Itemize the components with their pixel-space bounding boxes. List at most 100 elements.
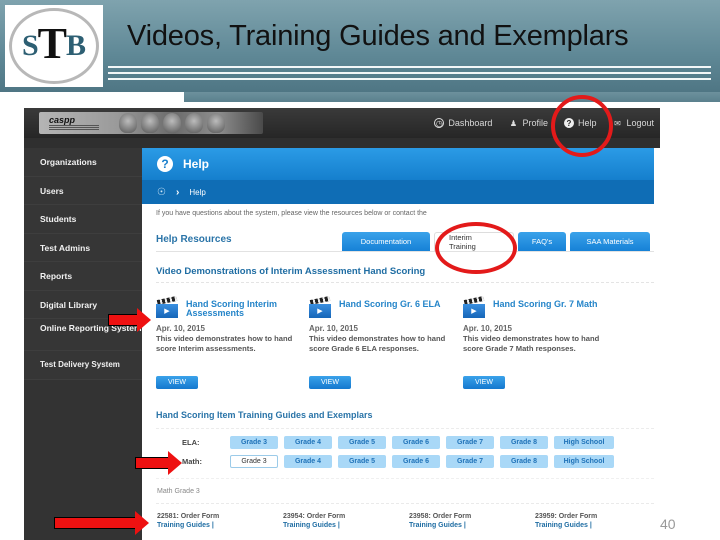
header-rule (108, 78, 711, 80)
chevron-right-icon: › (175, 186, 180, 198)
form-id: 22581: Order Form (157, 513, 220, 520)
breadcrumb-current: Help (189, 187, 206, 197)
order-form-item: 23958: Order Form Training Guides | (409, 513, 529, 529)
nav-dashboard[interactable]: ◷ Dashboard (434, 118, 492, 128)
logo-letter-s: S (21, 29, 39, 62)
math-grade-row: Math: Grade 3 Grade 4 Grade 5 Grade 6 Gr… (182, 455, 620, 468)
annotation-circle-interim-training (435, 222, 517, 274)
ela-grade-3-button[interactable]: Grade 3 (230, 436, 278, 449)
top-nav: ◷ Dashboard ♟ Profile ? Help ✉ Logout (434, 108, 654, 138)
ela-high-school-button[interactable]: High School (554, 436, 614, 449)
slide: STB Videos, Training Guides and Exemplar… (0, 0, 720, 540)
divider (156, 251, 654, 252)
view-button[interactable]: VIEW (156, 376, 198, 389)
video-date: Apr. 10, 2015 (309, 324, 358, 333)
divider (156, 428, 654, 429)
slide-number: 40 (660, 516, 676, 532)
brand-logo: caspp (49, 115, 76, 125)
divider (156, 282, 654, 283)
profile-icon: ♟ (509, 118, 518, 128)
header-strip (184, 92, 720, 102)
logout-icon: ✉ (614, 118, 621, 128)
banner-photo (141, 113, 159, 133)
video-description: This video demonstrates how to hand scor… (463, 334, 600, 353)
video-title-link[interactable]: Hand Scoring Interim Assessments (186, 300, 306, 318)
training-guides-link[interactable]: Training Guides | (409, 522, 529, 529)
annotation-arrow-icon (108, 308, 151, 332)
nav-logout[interactable]: ✉ Logout (612, 118, 654, 128)
annotation-arrow-icon (54, 511, 152, 535)
annotation-circle-help (551, 95, 613, 157)
sidebar-item-test-delivery-system[interactable]: Test Delivery System (24, 351, 142, 380)
banner-photo (207, 113, 225, 133)
nav-profile-label: Profile (522, 118, 548, 128)
divider (156, 478, 654, 479)
sidebar-item-test-admins[interactable]: Test Admins (24, 233, 142, 262)
video-title-link[interactable]: Hand Scoring Gr. 6 ELA (339, 300, 459, 309)
order-form-item: 22581: Order Form Training Guides | (157, 513, 277, 529)
tab-faqs[interactable]: FAQ's (518, 232, 566, 251)
sidebar-item-users[interactable]: Users (24, 176, 142, 205)
training-guides-link[interactable]: Training Guides | (283, 522, 403, 529)
banner-photo (163, 113, 181, 133)
sidebar: Organizations Users Students Test Admins… (24, 148, 142, 540)
ela-grade-5-button[interactable]: Grade 5 (338, 436, 386, 449)
sidebar-item-reports[interactable]: Reports (24, 262, 142, 291)
annotation-arrow-icon (135, 451, 183, 475)
ela-grade-8-button[interactable]: Grade 8 (500, 436, 548, 449)
brand-subtitle (49, 125, 99, 130)
view-button[interactable]: VIEW (309, 376, 351, 389)
view-button[interactable]: VIEW (463, 376, 505, 389)
intro-text: If you have questions about the system, … (156, 210, 427, 217)
logo-circle: STB (9, 8, 99, 84)
math-label: Math: (182, 457, 202, 466)
header-rule (108, 66, 711, 68)
banner-photo (185, 113, 203, 133)
page-title: Help (183, 157, 210, 171)
sidebar-item-organizations[interactable]: Organizations (24, 148, 142, 177)
ela-grade-7-button[interactable]: Grade 7 (446, 436, 494, 449)
nav-profile[interactable]: ♟ Profile (508, 118, 548, 128)
video-clapper-icon: ▶ (463, 295, 485, 318)
help-circle-icon: ? (157, 156, 173, 172)
video-section-title: Video Demonstrations of Interim Assessme… (156, 266, 426, 277)
math-grade-6-button[interactable]: Grade 6 (392, 455, 440, 468)
video-title-link[interactable]: Hand Scoring Gr. 7 Math (493, 300, 613, 309)
math-grade-8-button[interactable]: Grade 8 (500, 455, 548, 468)
main-content: ? Help ☉ › Help If you have questions ab… (142, 148, 660, 540)
math-high-school-button[interactable]: High School (554, 455, 614, 468)
tab-saa-materials[interactable]: SAA Materials (570, 232, 650, 251)
video-clapper-icon: ▶ (309, 295, 331, 318)
math-grade-7-button[interactable]: Grade 7 (446, 455, 494, 468)
math-grade-5-button[interactable]: Grade 5 (338, 455, 386, 468)
video-date: Apr. 10, 2015 (156, 324, 205, 333)
training-guides-link[interactable]: Training Guides | (535, 522, 655, 529)
video-date: Apr. 10, 2015 (463, 324, 512, 333)
ela-grade-6-button[interactable]: Grade 6 (392, 436, 440, 449)
help-resources-title: Help Resources (156, 234, 232, 245)
nav-logout-label: Logout (626, 118, 654, 128)
video-description: This video demonstrates how to hand scor… (156, 334, 293, 353)
form-id: 23959: Order Form (535, 513, 598, 520)
slide-title: Videos, Training Guides and Exemplars (127, 20, 629, 52)
logo-letter-t: T (37, 18, 68, 68)
video-clapper-icon: ▶ (156, 295, 178, 318)
slide-header: STB Videos, Training Guides and Exemplar… (0, 0, 720, 92)
ela-grade-row: ELA: Grade 3 Grade 4 Grade 5 Grade 6 Gra… (182, 436, 620, 449)
brand-banner: caspp (39, 112, 263, 134)
nav-dashboard-label: Dashboard (448, 118, 493, 128)
tab-documentation[interactable]: Documentation (342, 232, 430, 251)
form-id: 23954: Order Form (283, 513, 346, 520)
sidebar-item-students[interactable]: Students (24, 205, 142, 234)
math-grade-4-button[interactable]: Grade 4 (284, 455, 332, 468)
logo-letter-b: B (66, 29, 87, 62)
ela-grade-4-button[interactable]: Grade 4 (284, 436, 332, 449)
video-description: This video demonstrates how to hand scor… (309, 334, 446, 353)
home-icon[interactable]: ☉ (157, 187, 166, 198)
guides-section-title: Hand Scoring Item Training Guides and Ex… (156, 410, 373, 420)
divider (156, 503, 654, 504)
training-guides-link[interactable]: Training Guides | (157, 522, 277, 529)
order-form-item: 23959: Order Form Training Guides | (535, 513, 655, 529)
header-rule (108, 72, 711, 74)
math-grade-3-button[interactable]: Grade 3 (230, 455, 278, 468)
